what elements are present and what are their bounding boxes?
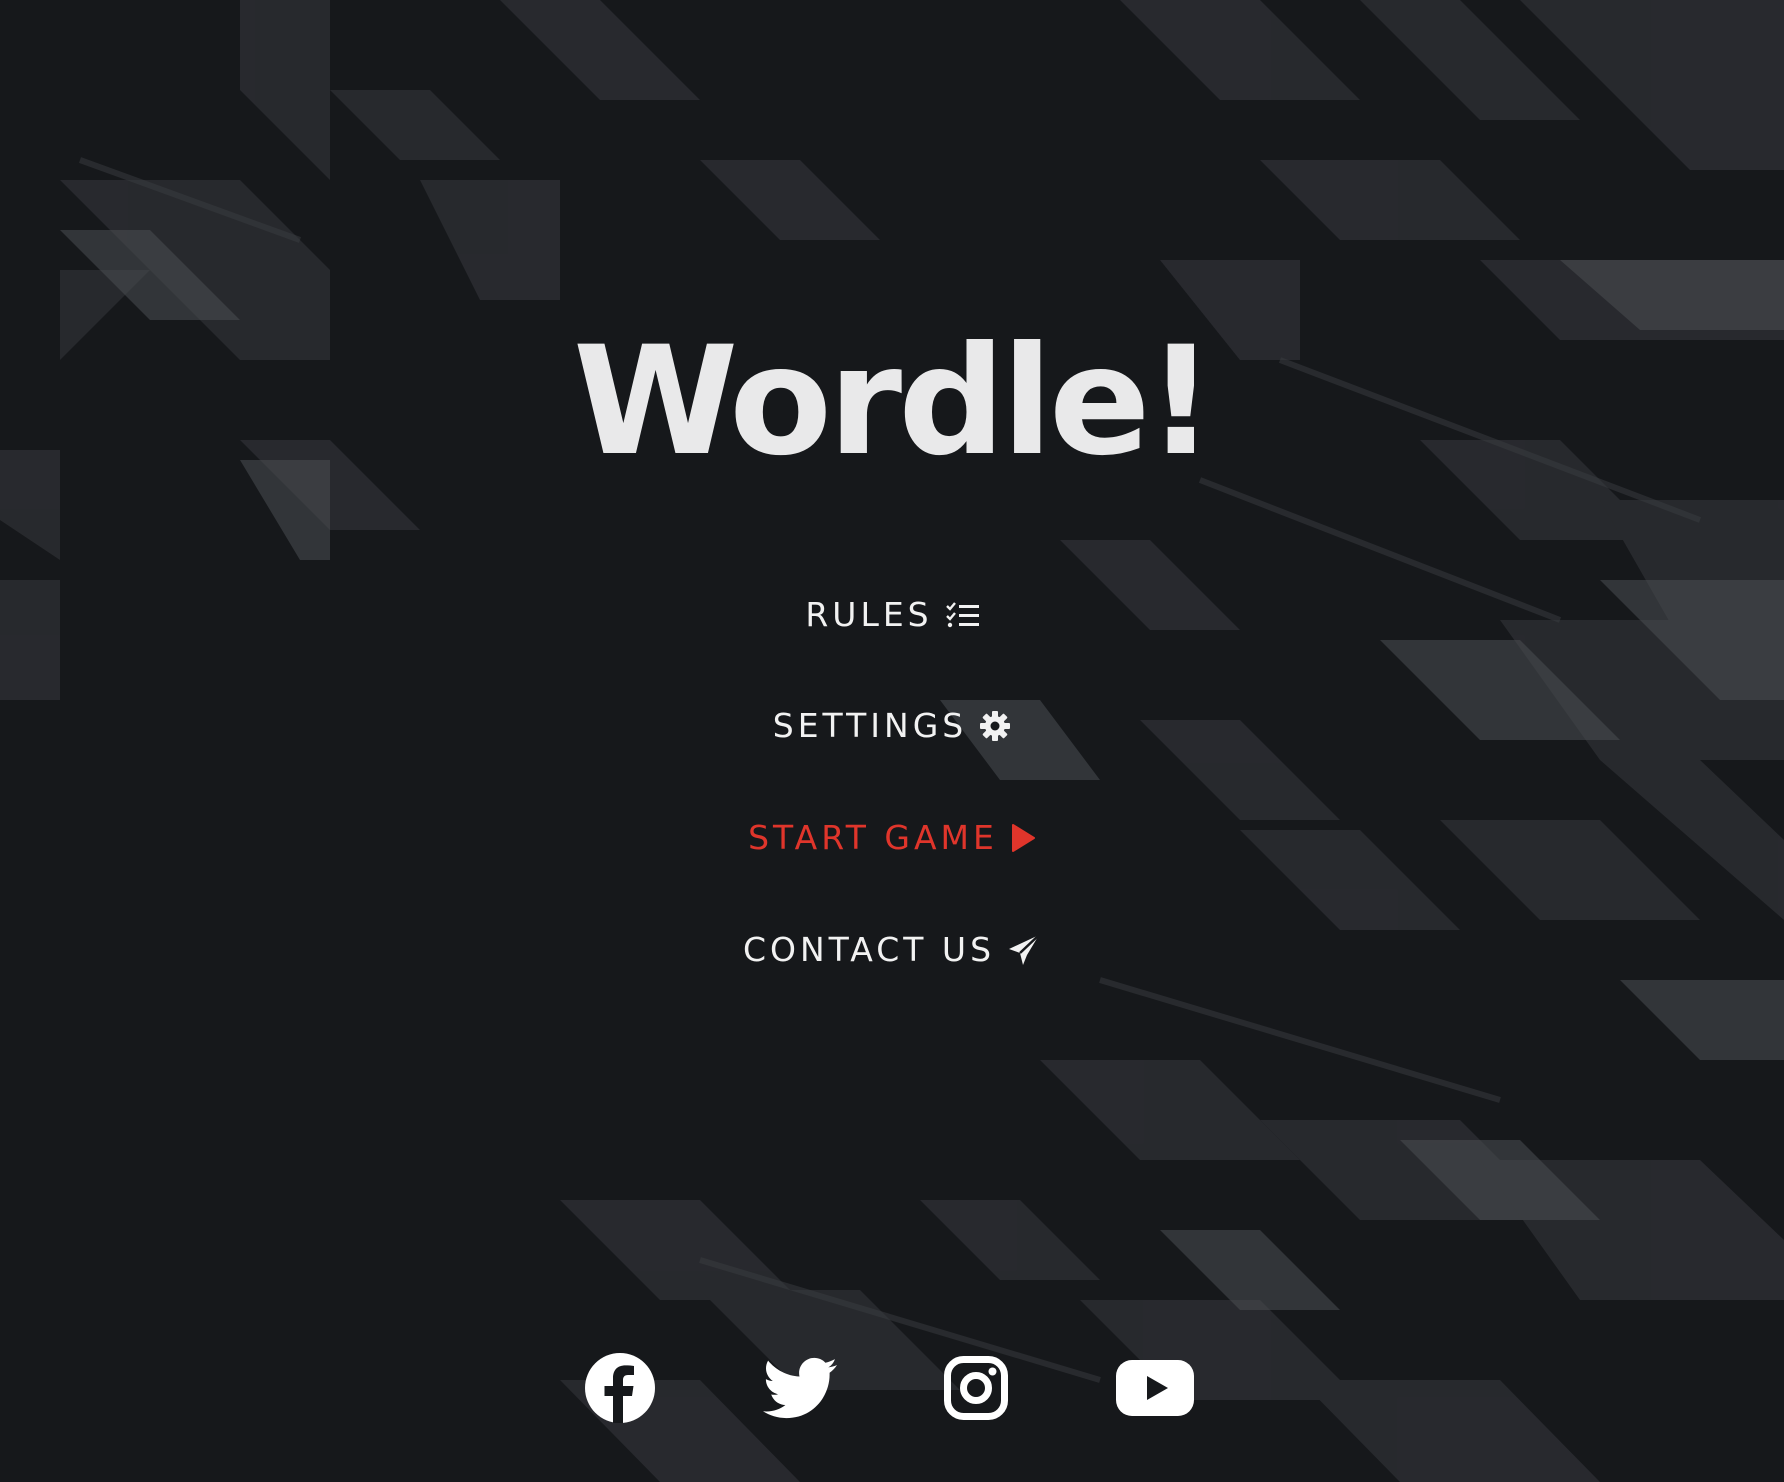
instagram-icon[interactable]: [944, 1352, 1008, 1424]
gear-icon: [979, 710, 1011, 742]
list-check-icon: [945, 601, 979, 629]
rules-label: RULES: [805, 595, 933, 634]
main-menu-screen: Wordle! RULES SETTINGS START GAME CONTAC…: [0, 0, 1784, 1482]
start-game-label: START GAME: [748, 818, 998, 857]
play-icon: [1010, 823, 1036, 853]
youtube-icon[interactable]: [1116, 1352, 1194, 1424]
rules-button[interactable]: RULES: [0, 595, 1784, 635]
paper-plane-icon: [1007, 933, 1041, 967]
game-title: Wordle!: [572, 315, 1215, 489]
contact-us-label: CONTACT US: [742, 930, 996, 969]
settings-label: SETTINGS: [772, 706, 968, 745]
twitter-icon[interactable]: [762, 1352, 840, 1424]
contact-us-button[interactable]: CONTACT US: [0, 930, 1784, 970]
facebook-icon[interactable]: [584, 1352, 656, 1424]
start-game-button[interactable]: START GAME: [0, 818, 1784, 858]
settings-button[interactable]: SETTINGS: [0, 706, 1784, 746]
